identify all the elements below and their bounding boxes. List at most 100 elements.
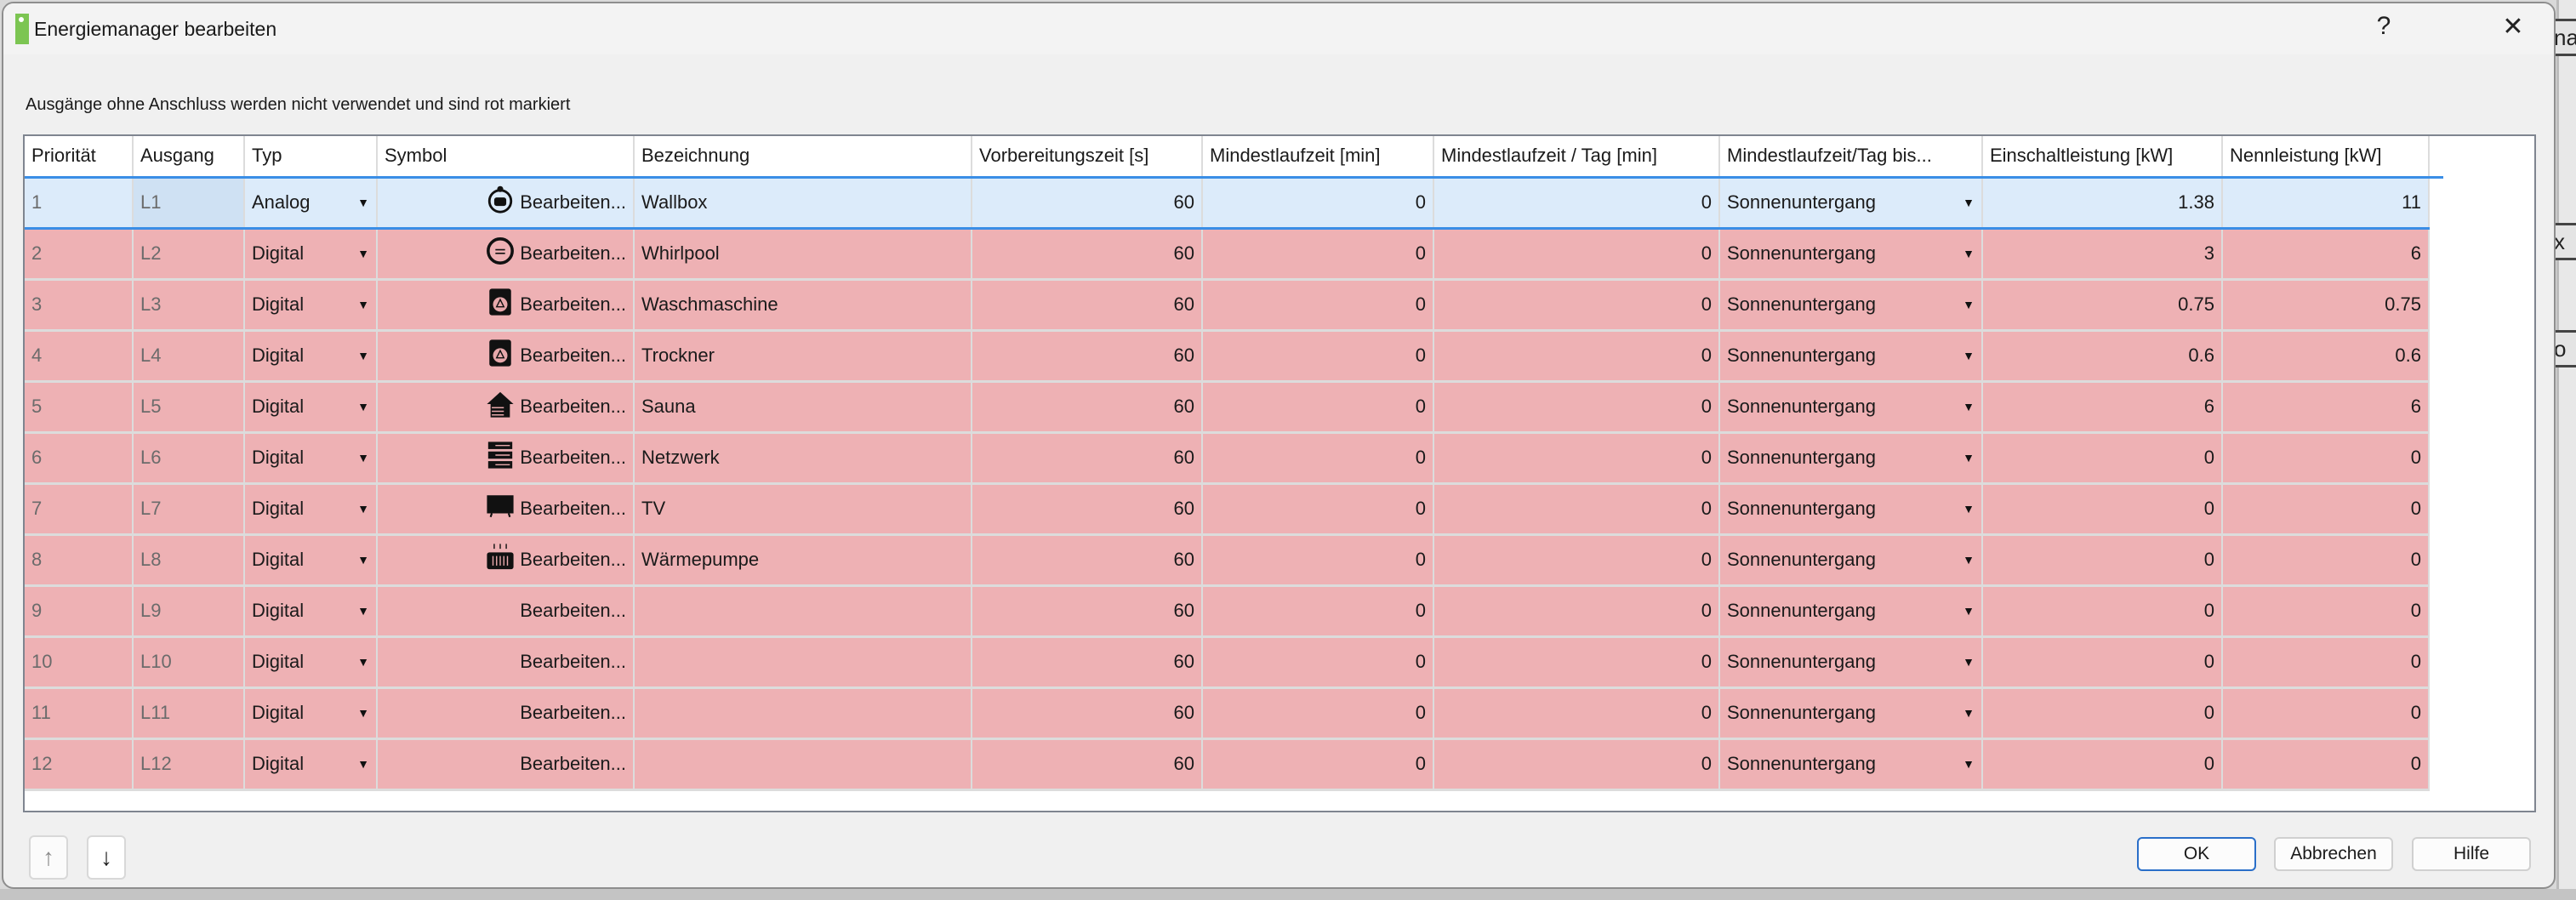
nominal-power-cell[interactable]: 0 — [2222, 687, 2430, 740]
nominal-power-cell[interactable]: 11 — [2222, 177, 2430, 230]
symbol-content[interactable]: Bearbeiten... — [385, 702, 626, 724]
type-select[interactable]: Digital ▼ — [252, 396, 369, 418]
symbol-content[interactable]: Bearbeiten... — [385, 185, 626, 219]
symbol-content[interactable]: Bearbeiten... — [385, 441, 626, 475]
min-runtime-day-cell[interactable]: 0 — [1433, 483, 1720, 536]
symbol-cell[interactable]: Bearbeiten... — [377, 228, 635, 281]
min-runtime-cell[interactable]: 0 — [1202, 636, 1434, 689]
preparation-time-cell[interactable]: 60 — [972, 585, 1203, 638]
edit-symbol-link[interactable]: Bearbeiten... — [520, 498, 626, 520]
until-select[interactable]: Sonnenuntergang ▼ — [1727, 293, 1975, 316]
preparation-time-cell[interactable]: 60 — [972, 534, 1203, 587]
edit-symbol-link[interactable]: Bearbeiten... — [520, 600, 626, 622]
until-select[interactable]: Sonnenuntergang ▼ — [1727, 549, 1975, 571]
symbol-cell[interactable]: Bearbeiten... — [377, 738, 635, 791]
preparation-time-cell[interactable]: 60 — [972, 636, 1203, 689]
column-header[interactable]: Priorität — [25, 136, 134, 179]
until-select[interactable]: Sonnenuntergang ▼ — [1727, 396, 1975, 418]
min-runtime-cell[interactable]: 0 — [1202, 177, 1434, 230]
symbol-content[interactable]: Bearbeiten... — [385, 600, 626, 622]
until-dropdown[interactable]: Sonnenuntergang ▼ — [1719, 738, 1983, 791]
until-dropdown[interactable]: Sonnenuntergang ▼ — [1719, 228, 1983, 281]
until-select[interactable]: Sonnenuntergang ▼ — [1727, 651, 1975, 673]
until-dropdown[interactable]: Sonnenuntergang ▼ — [1719, 534, 1983, 587]
min-runtime-day-cell[interactable]: 0 — [1433, 228, 1720, 281]
min-runtime-day-cell[interactable]: 0 — [1433, 738, 1720, 791]
move-up-button[interactable]: ↑ — [29, 835, 68, 880]
until-dropdown[interactable]: Sonnenuntergang ▼ — [1719, 381, 1983, 434]
table-row[interactable]: 5 L5 Digital ▼ Bearbeiten... Sauna 60 0 0 Sonnenu… — [25, 381, 2443, 434]
symbol-content[interactable]: Bearbeiten... — [385, 288, 626, 322]
type-select[interactable]: Digital ▼ — [252, 651, 369, 673]
table-row[interactable]: 9 L9 Digital ▼ Bearbeiten... 60 0 0 Sonnenunterg… — [25, 585, 2443, 638]
preparation-time-cell[interactable]: 60 — [972, 279, 1203, 332]
table-row[interactable]: 12 L12 Digital ▼ Bearbeiten... 60 0 0 Sonnenunte… — [25, 738, 2443, 791]
column-header[interactable]: Bezeichnung — [634, 136, 972, 179]
until-select[interactable]: Sonnenuntergang ▼ — [1727, 345, 1975, 367]
preparation-time-cell[interactable]: 60 — [972, 381, 1203, 434]
table-row[interactable]: 8 L8 Digital ▼ Bearbeiten... Wärmepumpe 60 0 0 So… — [25, 534, 2443, 587]
switch-on-power-cell[interactable]: 3 — [1982, 228, 2223, 281]
switch-on-power-cell[interactable]: 0.75 — [1982, 279, 2223, 332]
nominal-power-cell[interactable]: 0 — [2222, 432, 2430, 485]
type-dropdown[interactable]: Digital ▼ — [244, 279, 378, 332]
close-icon[interactable]: ✕ — [2488, 12, 2539, 42]
name-cell[interactable] — [634, 738, 972, 791]
column-header[interactable]: Mindestlaufzeit [min] — [1202, 136, 1434, 179]
ok-button[interactable]: OK — [2137, 837, 2256, 871]
until-select[interactable]: Sonnenuntergang ▼ — [1727, 600, 1975, 622]
type-dropdown[interactable]: Digital ▼ — [244, 534, 378, 587]
type-dropdown[interactable]: Digital ▼ — [244, 687, 378, 740]
column-header[interactable]: Ausgang — [133, 136, 245, 179]
type-select[interactable]: Digital ▼ — [252, 600, 369, 622]
column-header[interactable]: Mindestlaufzeit / Tag [min] — [1433, 136, 1720, 179]
edit-symbol-link[interactable]: Bearbeiten... — [520, 345, 626, 367]
type-dropdown[interactable]: Analog ▼ — [244, 177, 378, 230]
until-dropdown[interactable]: Sonnenuntergang ▼ — [1719, 177, 1983, 230]
type-dropdown[interactable]: Digital ▼ — [244, 432, 378, 485]
edit-symbol-link[interactable]: Bearbeiten... — [520, 549, 626, 571]
name-cell[interactable] — [634, 687, 972, 740]
column-header[interactable]: Typ — [244, 136, 378, 179]
nominal-power-cell[interactable]: 0.75 — [2222, 279, 2430, 332]
switch-on-power-cell[interactable]: 0.6 — [1982, 330, 2223, 383]
until-dropdown[interactable]: Sonnenuntergang ▼ — [1719, 687, 1983, 740]
edit-symbol-link[interactable]: Bearbeiten... — [520, 191, 626, 214]
min-runtime-day-cell[interactable]: 0 — [1433, 585, 1720, 638]
min-runtime-day-cell[interactable]: 0 — [1433, 279, 1720, 332]
symbol-cell[interactable]: Bearbeiten... — [377, 636, 635, 689]
min-runtime-cell[interactable]: 0 — [1202, 228, 1434, 281]
until-dropdown[interactable]: Sonnenuntergang ▼ — [1719, 636, 1983, 689]
until-select[interactable]: Sonnenuntergang ▼ — [1727, 191, 1975, 214]
until-select[interactable]: Sonnenuntergang ▼ — [1727, 447, 1975, 469]
table-row[interactable]: 1 L1 Analog ▼ Bearbeiten... Wallbox 60 0 0 Sonnen… — [25, 177, 2443, 230]
edit-symbol-link[interactable]: Bearbeiten... — [520, 702, 626, 724]
type-dropdown[interactable]: Digital ▼ — [244, 636, 378, 689]
name-cell[interactable]: Wallbox — [634, 177, 972, 230]
type-select[interactable]: Digital ▼ — [252, 345, 369, 367]
symbol-cell[interactable]: Bearbeiten... — [377, 177, 635, 230]
symbol-content[interactable]: Bearbeiten... — [385, 651, 626, 673]
preparation-time-cell[interactable]: 60 — [972, 483, 1203, 536]
min-runtime-day-cell[interactable]: 0 — [1433, 177, 1720, 230]
symbol-cell[interactable]: Bearbeiten... — [377, 279, 635, 332]
type-select[interactable]: Digital ▼ — [252, 293, 369, 316]
symbol-content[interactable]: Bearbeiten... — [385, 753, 626, 775]
min-runtime-cell[interactable]: 0 — [1202, 279, 1434, 332]
column-header[interactable]: Nennleistung [kW] — [2222, 136, 2430, 179]
until-dropdown[interactable]: Sonnenuntergang ▼ — [1719, 279, 1983, 332]
min-runtime-day-cell[interactable]: 0 — [1433, 381, 1720, 434]
symbol-content[interactable]: Bearbeiten... — [385, 339, 626, 373]
symbol-cell[interactable]: Bearbeiten... — [377, 432, 635, 485]
symbol-cell[interactable]: Bearbeiten... — [377, 330, 635, 383]
preparation-time-cell[interactable]: 60 — [972, 177, 1203, 230]
switch-on-power-cell[interactable]: 0 — [1982, 585, 2223, 638]
preparation-time-cell[interactable]: 60 — [972, 687, 1203, 740]
table-row[interactable]: 4 L4 Digital ▼ Bearbeiten... Trockner 60 0 0 Sonn… — [25, 330, 2443, 383]
until-select[interactable]: Sonnenuntergang ▼ — [1727, 242, 1975, 265]
until-select[interactable]: Sonnenuntergang ▼ — [1727, 702, 1975, 724]
nominal-power-cell[interactable]: 0.6 — [2222, 330, 2430, 383]
until-dropdown[interactable]: Sonnenuntergang ▼ — [1719, 432, 1983, 485]
switch-on-power-cell[interactable]: 1.38 — [1982, 177, 2223, 230]
symbol-cell[interactable]: Bearbeiten... — [377, 687, 635, 740]
